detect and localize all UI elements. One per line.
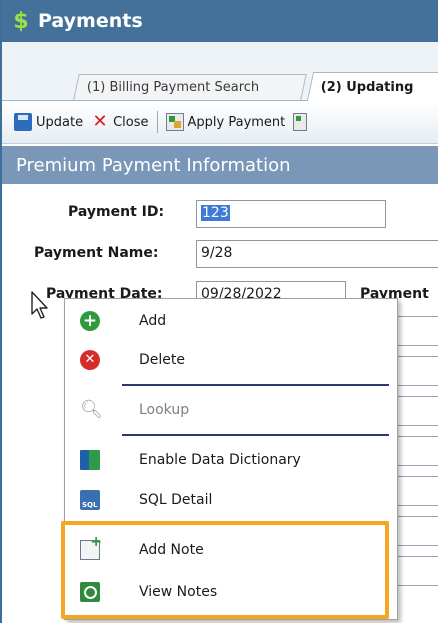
notes-highlight-box [61,521,389,619]
payment-name-input[interactable]: 9/28 [196,240,438,268]
payment-id-value: 123 [201,205,230,221]
payment-name-value: 9/28 [201,245,233,261]
sql-detail-icon [80,490,100,510]
menu-item-add[interactable]: + Add [65,306,397,336]
tab-strip: (1) Billing Payment Search (2) Updating [2,68,438,101]
menu-item-sql-detail[interactable]: SQL Detail [65,485,397,515]
section-header: Premium Payment Information [2,146,438,184]
menu-item-lookup: 🔍︎ Lookup [80,399,190,420]
title-bar: $ Payments [2,0,438,42]
tab-updating[interactable]: (2) Updating [306,72,438,101]
tab-billing-payment-search[interactable]: (1) Billing Payment Search [73,74,307,100]
add-icon: + [80,311,100,331]
update-button[interactable]: Update [14,113,83,131]
payment-id-label: Payment ID: [68,204,165,220]
mouse-cursor-icon [31,291,48,319]
toolbar-separator [156,111,158,133]
payment-id-input[interactable]: 123 [196,200,386,228]
menu-item-enable-data-dictionary[interactable]: Enable Data Dictionary [65,445,397,475]
menu-item-delete[interactable]: ✕ Delete [65,345,397,375]
title-subbar [2,42,438,68]
payments-window: $ Payments (1) Billing Payment Search (2… [0,0,438,623]
toolbar-next-button[interactable] [293,113,311,131]
menu-separator [122,384,389,386]
payment-name-label: Payment Name: [34,245,159,261]
dollar-icon: $ [13,8,29,34]
delete-icon: ✕ [80,350,100,370]
apply-payment-icon [293,113,308,131]
apply-payment-button[interactable]: Apply Payment [165,113,285,131]
lookup-icon: 🔍︎ [80,399,103,420]
close-button[interactable]: ✕ Close [91,111,149,132]
window-title: Payments [38,10,143,32]
section-title: Premium Payment Information [16,154,291,176]
menu-separator [122,434,389,436]
toolbar: Update ✕ Close Apply Payment [2,101,438,144]
save-disk-icon [14,113,32,131]
data-dictionary-icon [80,450,100,470]
apply-payment-icon [165,113,184,131]
close-icon: ✕ [92,111,108,132]
